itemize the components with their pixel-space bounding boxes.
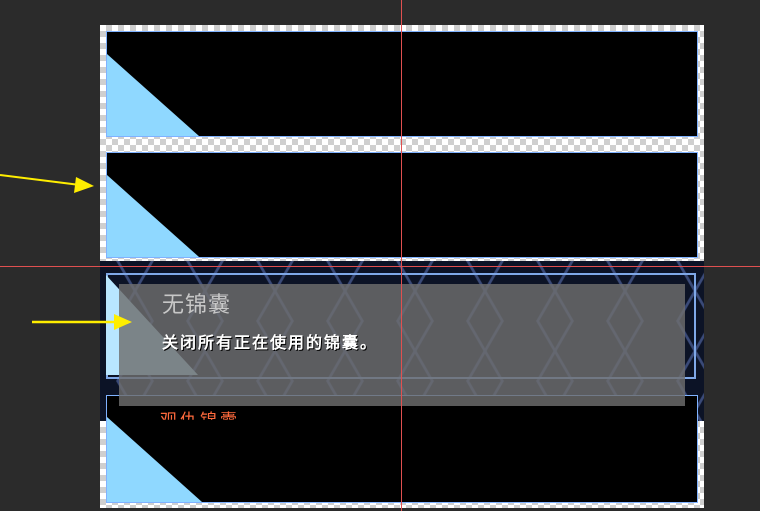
panel-accent-triangle bbox=[107, 54, 199, 136]
arrow-right-icon bbox=[0, 174, 94, 193]
horizontal-guide-line[interactable] bbox=[0, 266, 760, 267]
arrow-right-icon bbox=[32, 314, 132, 330]
panel-accent-triangle bbox=[107, 417, 202, 502]
skill-title: 无锦囊 bbox=[162, 293, 232, 318]
skill-description: 关闭所有正在使用的锦囊。 bbox=[162, 333, 379, 352]
skill-panel-2 bbox=[106, 152, 698, 258]
vertical-guide-line[interactable] bbox=[401, 0, 402, 511]
panel-accent-triangle bbox=[107, 175, 199, 257]
skill-panel-1 bbox=[106, 31, 698, 137]
